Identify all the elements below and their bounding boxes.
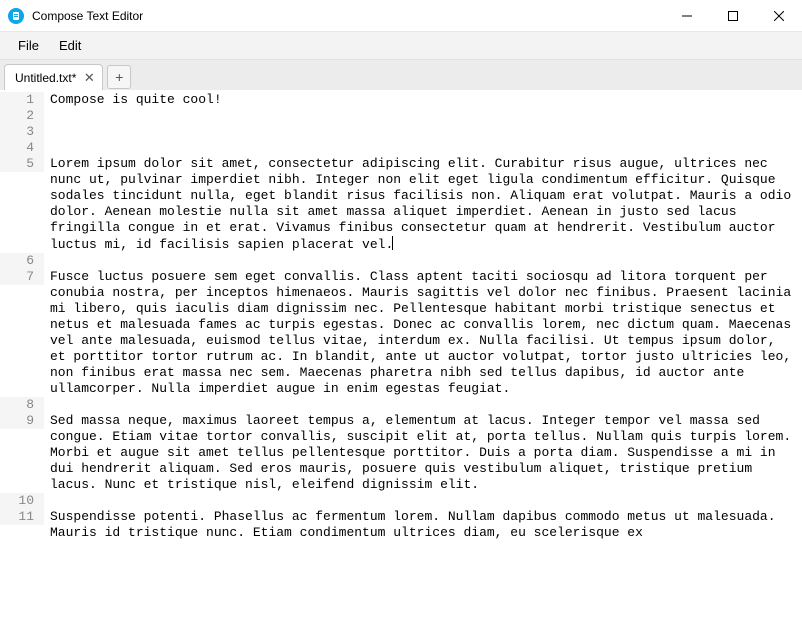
minimize-button[interactable]	[664, 0, 710, 31]
line-number: 4	[0, 140, 44, 156]
tab-close-icon[interactable]: ✕	[82, 71, 96, 85]
maximize-button[interactable]	[710, 0, 756, 31]
line-number: 2	[0, 108, 44, 124]
line-number: 11	[0, 509, 44, 525]
line-text[interactable]	[44, 493, 802, 509]
editor-line[interactable]: 11Suspendisse potenti. Phasellus ac ferm…	[0, 509, 802, 541]
editor-line[interactable]: 5Lorem ipsum dolor sit amet, consectetur…	[0, 156, 802, 253]
line-text[interactable]	[44, 124, 802, 140]
line-number: 7	[0, 269, 44, 285]
text-caret	[392, 236, 393, 250]
editor-line[interactable]: 10	[0, 493, 802, 509]
line-text[interactable]	[44, 108, 802, 124]
menubar: File Edit	[0, 32, 802, 60]
editor-line[interactable]: 8	[0, 397, 802, 413]
line-number: 1	[0, 92, 44, 108]
editor-line[interactable]: 6	[0, 253, 802, 269]
editor-line[interactable]: 4	[0, 140, 802, 156]
app-icon	[8, 8, 24, 24]
editor[interactable]: 1Compose is quite cool!2 3 4 5Lorem ipsu…	[0, 90, 802, 632]
editor-line[interactable]: 1Compose is quite cool!	[0, 92, 802, 108]
line-number: 5	[0, 156, 44, 172]
tabstrip: Untitled.txt* ✕ +	[0, 60, 802, 90]
editor-line[interactable]: 2	[0, 108, 802, 124]
line-number: 8	[0, 397, 44, 413]
new-tab-button[interactable]: +	[107, 65, 131, 89]
window-controls	[664, 0, 802, 31]
line-text[interactable]: Suspendisse potenti. Phasellus ac fermen…	[44, 509, 802, 541]
line-text[interactable]: Sed massa neque, maximus laoreet tempus …	[44, 413, 802, 493]
menu-file[interactable]: File	[8, 34, 49, 57]
tab-label: Untitled.txt*	[15, 71, 76, 85]
close-button[interactable]	[756, 0, 802, 31]
line-text[interactable]: Compose is quite cool!	[44, 92, 802, 108]
editor-line[interactable]: 7Fusce luctus posuere sem eget convallis…	[0, 269, 802, 397]
line-text[interactable]	[44, 140, 802, 156]
tab-untitled[interactable]: Untitled.txt* ✕	[4, 64, 103, 90]
line-number: 3	[0, 124, 44, 140]
line-text[interactable]: Fusce luctus posuere sem eget convallis.…	[44, 269, 802, 397]
window-title: Compose Text Editor	[32, 9, 143, 23]
line-number: 10	[0, 493, 44, 509]
line-number: 6	[0, 253, 44, 269]
line-text[interactable]	[44, 397, 802, 413]
line-number: 9	[0, 413, 44, 429]
menu-edit[interactable]: Edit	[49, 34, 91, 57]
editor-line[interactable]: 9Sed massa neque, maximus laoreet tempus…	[0, 413, 802, 493]
editor-line[interactable]: 3	[0, 124, 802, 140]
titlebar: Compose Text Editor	[0, 0, 802, 32]
line-text[interactable]	[44, 253, 802, 269]
line-text[interactable]: Lorem ipsum dolor sit amet, consectetur …	[44, 156, 802, 253]
